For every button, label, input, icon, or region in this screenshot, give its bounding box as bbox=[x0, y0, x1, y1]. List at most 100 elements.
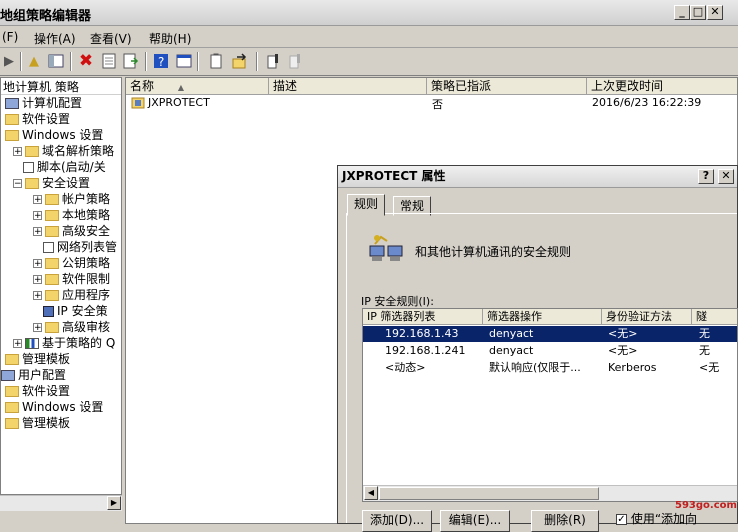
title-bar: 地组策略编辑器 _ □ ✕ bbox=[0, 0, 738, 26]
tree-item[interactable]: + 高级审核 bbox=[33, 319, 110, 335]
folder-icon bbox=[5, 386, 19, 397]
scroll-thumb[interactable] bbox=[379, 487, 599, 500]
expand-icon[interactable]: + bbox=[33, 275, 42, 285]
policy-icon bbox=[131, 96, 145, 112]
column-name[interactable]: 名称 ▲ bbox=[126, 78, 269, 95]
tree-scrollbar[interactable]: ▶ bbox=[0, 495, 122, 511]
expand-icon[interactable]: + bbox=[33, 211, 42, 221]
list-icon bbox=[43, 242, 54, 253]
create-policy-icon[interactable] bbox=[207, 52, 225, 70]
column-modified[interactable]: 上次更改时间 bbox=[587, 78, 737, 95]
assign-icon[interactable] bbox=[264, 52, 282, 70]
tree-item[interactable]: + 软件限制 bbox=[33, 271, 110, 287]
folder-icon bbox=[45, 274, 59, 285]
rule-row[interactable]: ✓192.168.1.241denyact<无>无 bbox=[363, 343, 737, 359]
delete-icon[interactable]: ✖ bbox=[77, 51, 95, 71]
rule-row[interactable]: <动态> 默认响应(仅限于... Kerberos <无 bbox=[363, 360, 737, 376]
menu-bar: (F) 操作(A) 查看(V) 帮助(H) bbox=[0, 26, 738, 48]
tree-item[interactable]: 网络列表管 bbox=[43, 239, 117, 255]
unassign-icon bbox=[286, 52, 304, 70]
maximize-button[interactable]: □ bbox=[690, 5, 706, 20]
toolbar-separator bbox=[20, 52, 22, 71]
watermark-text: 593go.com bbox=[675, 500, 737, 511]
console-icon[interactable] bbox=[175, 52, 193, 70]
tree-item[interactable]: + 公钥策略 bbox=[33, 255, 110, 271]
tree-item[interactable]: − 安全设置 bbox=[13, 175, 90, 191]
tree-item[interactable]: 管理模板 bbox=[5, 415, 70, 431]
tree-item[interactable]: 软件设置 bbox=[5, 383, 70, 399]
rules-description: 和其他计算机通讯的安全规则 bbox=[415, 245, 572, 259]
expand-icon[interactable]: + bbox=[33, 323, 42, 333]
tree-item[interactable]: + 应用程序 bbox=[33, 287, 110, 303]
tree-item[interactable]: 用户配置 bbox=[1, 367, 66, 383]
tree-item-label: 网络列表管 bbox=[57, 240, 118, 254]
tree-item-label: 基于策略的 Q bbox=[42, 336, 116, 350]
tree-item[interactable]: 计算机配置 bbox=[5, 95, 82, 111]
ip-security-icon bbox=[43, 306, 54, 317]
column-filter-list[interactable]: IP 筛选器列表 bbox=[363, 309, 483, 325]
list-item[interactable]: JXPROTECT 否 2016/6/23 16:22:39 bbox=[126, 95, 737, 112]
tree-item[interactable]: 脚本(启动/关 bbox=[23, 159, 106, 175]
remove-rule-button[interactable]: 删除(R) bbox=[531, 510, 599, 532]
forward-icon[interactable]: ▶ bbox=[0, 52, 18, 70]
tab-rules[interactable]: 规则 bbox=[347, 194, 386, 216]
minimize-button[interactable]: _ bbox=[674, 5, 690, 20]
close-button[interactable]: ✕ bbox=[707, 5, 723, 20]
dialog-help-button[interactable]: ? bbox=[698, 169, 714, 184]
ip-rules-list: IP 筛选器列表 筛选器操作 身份验证方法 隧 ✓192.168.1.43den… bbox=[362, 308, 738, 502]
menu-file[interactable]: (F) bbox=[2, 30, 18, 44]
up-folder-icon[interactable]: ▲ bbox=[25, 52, 43, 70]
expand-icon[interactable]: + bbox=[33, 291, 42, 301]
properties-icon[interactable] bbox=[100, 52, 118, 70]
menu-action[interactable]: 操作(A) bbox=[34, 30, 76, 47]
tree-item[interactable]: + 高级安全 bbox=[33, 223, 110, 239]
use-wizard-check[interactable]: ✓ bbox=[616, 514, 627, 525]
expand-icon[interactable]: + bbox=[33, 227, 42, 237]
scroll-right-icon[interactable]: ▶ bbox=[107, 496, 121, 510]
tree-item[interactable]: + 帐户策略 bbox=[33, 191, 110, 207]
tree-root[interactable]: 地计算机 策略 bbox=[1, 78, 121, 95]
collapse-icon[interactable]: − bbox=[13, 179, 22, 189]
tree-item[interactable]: 管理模板 bbox=[5, 351, 70, 367]
tree-item[interactable]: Windows 设置 bbox=[5, 127, 103, 143]
tree-item-label: 公钥策略 bbox=[62, 256, 111, 270]
help-icon[interactable]: ? bbox=[152, 52, 170, 70]
tree-item[interactable]: + 基于策略的 Q bbox=[13, 335, 115, 351]
column-assigned[interactable]: 策略已指派 bbox=[427, 78, 587, 95]
rule-row[interactable]: ✓192.168.1.43denyact<无>无 bbox=[363, 326, 737, 342]
menu-help[interactable]: 帮助(H) bbox=[149, 30, 191, 47]
rule-auth: <无> bbox=[608, 344, 638, 357]
add-rule-button[interactable]: 添加(D)... bbox=[362, 510, 432, 532]
dialog-close-button[interactable]: ✕ bbox=[718, 169, 734, 184]
network-computers-icon bbox=[369, 234, 405, 269]
column-description[interactable]: 描述 bbox=[269, 78, 427, 95]
expand-icon[interactable]: + bbox=[13, 339, 22, 349]
column-auth-method[interactable]: 身份验证方法 bbox=[602, 309, 692, 325]
expand-icon[interactable]: + bbox=[33, 259, 42, 269]
expand-icon[interactable]: + bbox=[13, 147, 22, 157]
export-list-icon[interactable] bbox=[122, 52, 140, 70]
tree-item[interactable]: Windows 设置 bbox=[5, 399, 103, 415]
show-tree-icon[interactable] bbox=[47, 52, 65, 70]
menu-view[interactable]: 查看(V) bbox=[90, 30, 132, 47]
toolbar-separator bbox=[145, 52, 147, 71]
expand-icon[interactable]: + bbox=[33, 195, 42, 205]
tree-item-label: 应用程序 bbox=[62, 288, 111, 302]
use-wizard-checkbox[interactable]: ✓ 使用“添加向 bbox=[616, 510, 697, 527]
tree-item-label: 软件设置 bbox=[22, 384, 71, 398]
computer-icon bbox=[5, 98, 19, 109]
tree-item-label: 域名解析策略 bbox=[42, 144, 115, 158]
column-filter-action[interactable]: 筛选器操作 bbox=[483, 309, 602, 325]
edit-rule-button[interactable]: 编辑(E)... bbox=[440, 510, 510, 532]
folder-icon bbox=[5, 418, 19, 429]
tree-item[interactable]: + 本地策略 bbox=[33, 207, 110, 223]
tree-item[interactable]: 软件设置 bbox=[5, 111, 70, 127]
tree-item[interactable]: IP 安全策 bbox=[43, 303, 108, 319]
tree-item[interactable]: + 域名解析策略 bbox=[13, 143, 114, 159]
scroll-left-icon[interactable]: ◀ bbox=[364, 486, 378, 500]
folder-icon bbox=[5, 402, 19, 413]
toolbar-separator bbox=[70, 52, 72, 71]
column-tunnel[interactable]: 隧 bbox=[692, 309, 737, 325]
manage-filters-icon[interactable] bbox=[231, 52, 249, 70]
folder-icon bbox=[45, 194, 59, 205]
